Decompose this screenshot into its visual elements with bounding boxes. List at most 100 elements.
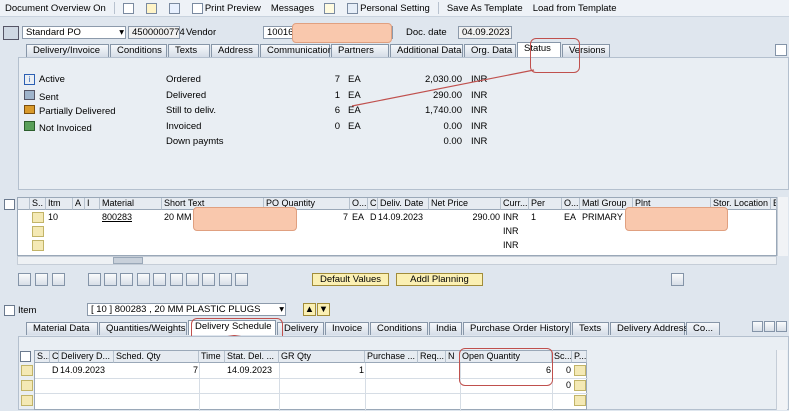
tab-conditions[interactable]: Conditions <box>370 322 428 335</box>
col-header[interactable]: Net Price <box>429 198 501 210</box>
tab-communication[interactable]: Communication <box>260 44 333 57</box>
tab-list-icon[interactable] <box>775 44 787 56</box>
tab-address[interactable]: Address <box>211 44 259 57</box>
cell-item[interactable]: 10 <box>46 212 58 223</box>
po-number-field[interactable]: 4500000774 <box>128 26 185 39</box>
tab-partners[interactable]: Partners <box>331 44 389 57</box>
row-selector[interactable] <box>32 226 44 237</box>
addl-planning-button[interactable]: Addl Planning <box>396 273 483 286</box>
tab-quantities-weights[interactable]: Quantities/Weights <box>99 322 187 335</box>
col-header[interactable]: S.. <box>30 198 46 210</box>
tab-scroll-right-icon[interactable] <box>764 321 775 332</box>
tab-delivery-invoice[interactable]: Delivery/Invoice <box>26 44 109 57</box>
schedule-grid-scrollbar[interactable] <box>776 350 787 410</box>
cell-sc[interactable]: 0 <box>552 380 571 391</box>
cell-po-qty[interactable]: 7 <box>318 212 348 223</box>
col-header[interactable]: O... <box>350 198 368 210</box>
cart-icon[interactable] <box>3 26 19 40</box>
col-header[interactable]: GR Qty <box>279 351 365 363</box>
cell-delivery-date[interactable]: 14.09.2023 <box>58 365 105 376</box>
edit-pencil-icon[interactable] <box>141 2 164 14</box>
cell-per[interactable]: 1 <box>529 212 536 223</box>
copy-icon[interactable] <box>120 273 133 286</box>
cell-unit[interactable]: EA <box>350 212 364 223</box>
sort-icon[interactable] <box>104 273 117 286</box>
cell-net-price[interactable]: 290.00 <box>438 212 500 223</box>
col-header[interactable]: P... <box>572 351 587 363</box>
tab-purchase-order-history[interactable]: Purchase Order History <box>463 322 571 335</box>
grid-select-all[interactable] <box>18 198 30 210</box>
row-selector[interactable] <box>574 365 586 376</box>
doc-date-field[interactable]: 04.09.2023 <box>458 26 512 39</box>
collapse-item-icon[interactable] <box>4 305 15 316</box>
previous-item-button[interactable]: ▲ <box>303 303 316 316</box>
cell-currency[interactable]: INR <box>501 226 519 237</box>
cell-sc[interactable]: 0 <box>552 365 571 376</box>
cell-gr-qty[interactable]: 1 <box>325 365 364 376</box>
cell-sched-qty[interactable]: 7 <box>155 365 198 376</box>
col-header[interactable]: Sc... <box>552 351 572 363</box>
col-header[interactable]: Time <box>199 351 225 363</box>
tab-delivery[interactable]: Delivery <box>277 322 324 335</box>
cell-material-link[interactable]: 800283 <box>100 212 132 223</box>
add-row-icon[interactable] <box>35 273 48 286</box>
deselect-all-icon[interactable] <box>202 273 215 286</box>
cell-order-unit[interactable]: EA <box>562 212 576 223</box>
col-header[interactable]: O... <box>562 198 580 210</box>
col-header[interactable]: Curr... <box>501 198 529 210</box>
hscroll-thumb[interactable] <box>113 257 143 264</box>
cell-matl-group[interactable]: PRIMARY P <box>580 212 631 223</box>
row-selector[interactable] <box>574 380 586 391</box>
cell-currency[interactable]: INR <box>501 212 519 223</box>
filter-icon[interactable] <box>88 273 101 286</box>
print-preview-button[interactable]: Print Preview <box>187 2 266 14</box>
cell-currency[interactable]: INR <box>501 240 519 251</box>
row-selector[interactable] <box>32 240 44 251</box>
load-from-template-button[interactable]: Load from Template <box>528 3 622 14</box>
grid-settings-icon[interactable] <box>4 199 15 210</box>
item-select[interactable]: [ 10 ] 800283 , 20 MM PLASTIC PLUGS ▾ <box>87 303 286 316</box>
col-header[interactable]: Stat. Del. ... <box>225 351 279 363</box>
tab-texts[interactable]: Texts <box>572 322 609 335</box>
display-change-icon[interactable] <box>164 2 187 14</box>
personal-setting-button[interactable]: Personal Setting <box>342 2 435 14</box>
tab-material-data[interactable]: Material Data <box>26 322 98 335</box>
col-header[interactable]: Sched. Qty <box>114 351 199 363</box>
paste-icon[interactable] <box>137 273 150 286</box>
col-header[interactable]: Material <box>100 198 162 210</box>
col-header[interactable]: Per <box>529 198 562 210</box>
tab-org-data[interactable]: Org. Data <box>464 44 516 57</box>
col-header[interactable]: Deliv. Date <box>378 198 429 210</box>
tab-more[interactable]: Co... <box>686 322 720 335</box>
col-header[interactable]: Purchase ... <box>365 351 418 363</box>
col-header[interactable]: C <box>50 351 59 363</box>
details-icon[interactable] <box>18 273 31 286</box>
default-values-button[interactable]: Default Values <box>312 273 389 286</box>
print-icon[interactable] <box>219 273 232 286</box>
tab-list-icon[interactable] <box>776 321 787 332</box>
row-selector[interactable] <box>21 380 33 391</box>
row-selector[interactable] <box>21 395 33 406</box>
next-item-button[interactable]: ▼ <box>317 303 330 316</box>
tab-india[interactable]: India <box>429 322 462 335</box>
tab-scroll-left-icon[interactable] <box>752 321 763 332</box>
tab-delivery-address[interactable]: Delivery Address <box>610 322 688 335</box>
undo-icon[interactable] <box>153 273 166 286</box>
delete-row-icon[interactable] <box>52 273 65 286</box>
document-overview-button[interactable]: Document Overview On <box>0 3 111 14</box>
grid-settings-icon[interactable] <box>20 351 31 362</box>
col-header[interactable]: I <box>85 198 100 210</box>
row-selector[interactable] <box>574 395 586 406</box>
help-icon[interactable] <box>319 2 342 14</box>
doc-type-select[interactable]: Standard PO ▾ <box>22 26 126 39</box>
layout-icon[interactable] <box>170 273 183 286</box>
settings-icon[interactable] <box>235 273 248 286</box>
messages-button[interactable]: Messages <box>266 3 319 14</box>
tab-additional-data[interactable]: Additional Data <box>390 44 463 57</box>
row-selector[interactable] <box>21 365 33 376</box>
items-grid-hscrollbar[interactable] <box>17 256 777 265</box>
col-header[interactable]: Delivery D... <box>59 351 114 363</box>
col-header[interactable]: N <box>446 351 460 363</box>
col-header[interactable]: A <box>73 198 85 210</box>
cell-deliv-date[interactable]: 14.09.2023 <box>376 212 423 223</box>
